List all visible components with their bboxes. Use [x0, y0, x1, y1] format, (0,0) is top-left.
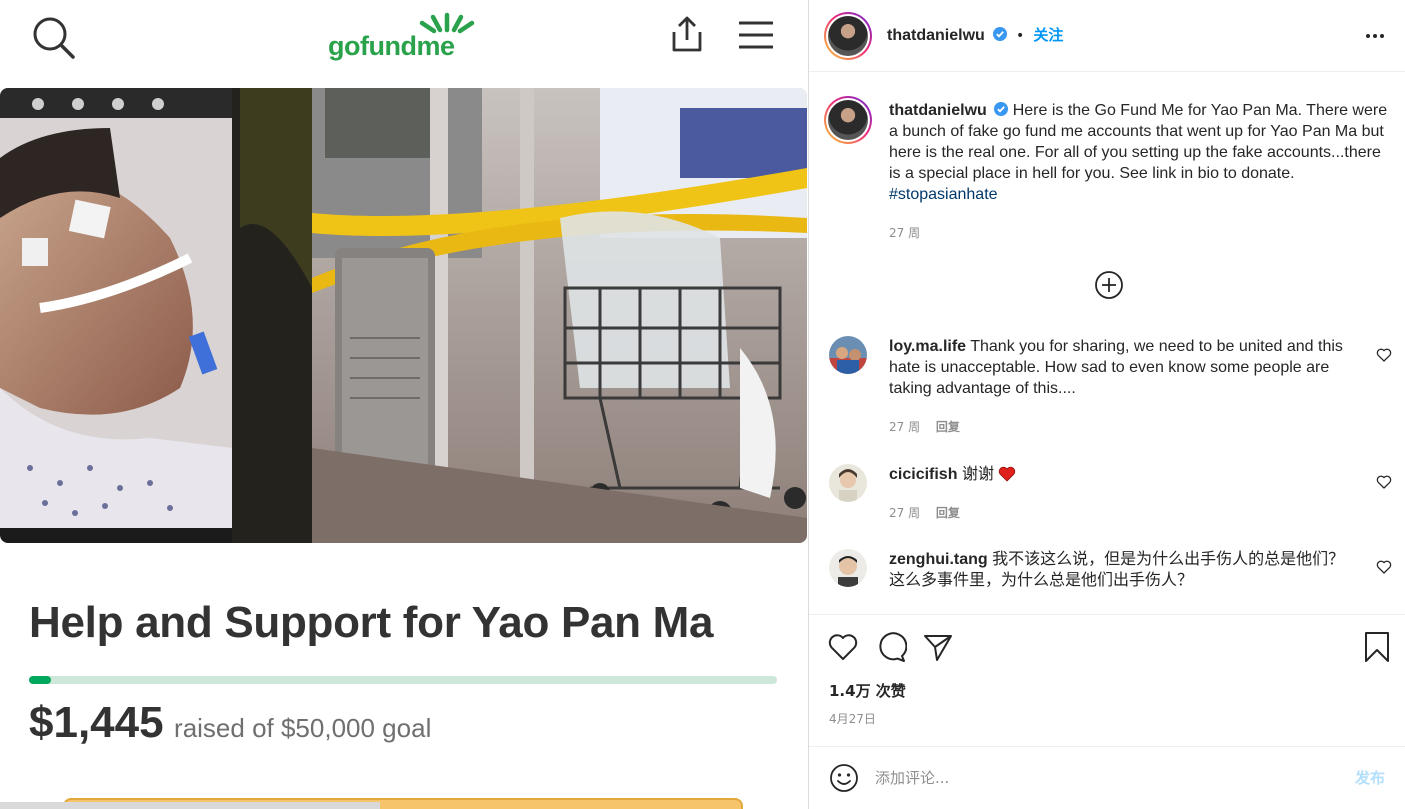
comment-bubble-icon[interactable]: [875, 631, 907, 663]
comment-meta: 27 周 回复: [889, 418, 960, 435]
gofundme-logo[interactable]: gofundme: [328, 12, 480, 60]
comment-time: 27 周: [889, 506, 921, 520]
commenter-username[interactable]: zenghui.tang: [889, 551, 988, 568]
verified-badge-icon: [992, 27, 1007, 41]
donation-progress-fill: [29, 676, 51, 684]
comment-text: 谢谢: [961, 466, 994, 483]
donation-progress-bar: [29, 676, 777, 684]
author-avatar[interactable]: [824, 12, 872, 60]
campaign-hero-image: [0, 88, 807, 543]
separator-dot: •: [1015, 28, 1025, 44]
comment-body: zenghui.tang 我不该这么说，但是为什么出手伤人的总是他们？这么多事件…: [889, 549, 1359, 591]
save-bookmark-icon[interactable]: [1361, 631, 1393, 663]
post-date: 4月27日: [829, 712, 876, 726]
commenter-username[interactable]: loy.ma.life: [889, 338, 966, 355]
red-heart-emoji-icon: [999, 466, 1016, 482]
commenter-username[interactable]: cicicifish: [889, 466, 957, 483]
caption-author-avatar[interactable]: [824, 96, 872, 144]
commenter-avatar[interactable]: [829, 549, 867, 587]
like-heart-icon[interactable]: [827, 631, 859, 663]
reply-button[interactable]: 回复: [936, 506, 960, 520]
verified-badge-icon: [994, 102, 1009, 116]
search-icon[interactable]: [30, 14, 76, 60]
more-options-icon[interactable]: [1365, 26, 1385, 46]
likes-count[interactable]: 1.4万 次赞: [829, 680, 906, 701]
post-comment-button[interactable]: 发布: [1355, 767, 1385, 788]
comment-body: loy.ma.life Thank you for sharing, we ne…: [889, 336, 1359, 399]
author-name-row: thatdanielwu • 关注: [887, 24, 1063, 45]
campaign-title: Help and Support for Yao Pan Ma: [29, 598, 714, 647]
raised-amount: $1,445: [29, 698, 164, 747]
gofundme-logo-text: gofundme: [328, 31, 455, 61]
comment-like-heart-icon[interactable]: [1376, 474, 1392, 490]
emoji-picker-icon[interactable]: [829, 763, 859, 793]
comment-meta: 27 周 回复: [889, 504, 960, 521]
hamburger-menu-icon[interactable]: [737, 20, 775, 50]
raised-goal-text: raised of $50,000 goal: [174, 713, 432, 743]
post-caption: thatdanielwu Here is the Go Fund Me for …: [889, 100, 1394, 205]
commenter-avatar[interactable]: [829, 336, 867, 374]
caption-username[interactable]: thatdanielwu: [889, 102, 987, 119]
horizontal-scrollbar[interactable]: [0, 802, 380, 809]
commenter-avatar[interactable]: [829, 464, 867, 502]
comment-like-heart-icon[interactable]: [1376, 347, 1392, 363]
gofundme-header: gofundme: [0, 0, 807, 88]
instagram-panel: thatdanielwu • 关注 thatdanielwu Here is t…: [808, 0, 1405, 809]
comment-like-heart-icon[interactable]: [1376, 559, 1392, 575]
share-icon[interactable]: [666, 14, 706, 54]
comment-input[interactable]: [875, 765, 1315, 791]
hashtag-link[interactable]: #stopasianhate: [889, 186, 998, 203]
follow-button[interactable]: 关注: [1033, 26, 1063, 44]
caption-time: 27 周: [889, 226, 921, 240]
add-comment-bar: 发布: [809, 746, 1405, 809]
load-more-comments-icon[interactable]: [1094, 270, 1124, 300]
comment-time: 27 周: [889, 420, 921, 434]
post-header: thatdanielwu • 关注: [809, 0, 1405, 72]
raised-summary: $1,445 raised of $50,000 goal: [29, 698, 431, 748]
reply-button[interactable]: 回复: [936, 420, 960, 434]
gofundme-panel: gofundme Help and Support for Yao Pan Ma…: [0, 0, 807, 809]
share-direct-icon[interactable]: [922, 631, 954, 663]
author-username[interactable]: thatdanielwu: [887, 27, 985, 44]
comment-body: cicicifish 谢谢: [889, 464, 1359, 485]
